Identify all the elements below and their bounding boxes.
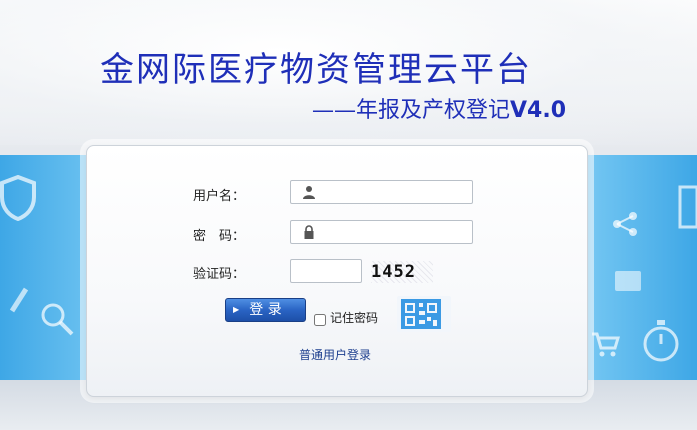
subtitle-text: ——年报及产权登记	[312, 98, 511, 123]
shield-icon	[0, 175, 36, 221]
lock-icon	[304, 225, 314, 239]
username-input[interactable]	[323, 183, 467, 203]
captcha-label: 验证码：	[193, 267, 246, 282]
login-button[interactable]: ▶ 登 录	[225, 298, 306, 322]
magnifier-icon	[41, 303, 74, 336]
syringe-icon	[9, 287, 29, 313]
card-icon	[615, 271, 641, 291]
password-input[interactable]	[323, 223, 467, 243]
username-label: 用户名：	[193, 189, 246, 204]
remember-checkbox-wrapper[interactable]	[314, 309, 326, 328]
username-field[interactable]	[290, 180, 473, 204]
qr-code-button[interactable]	[397, 296, 451, 332]
document-icon	[678, 185, 697, 229]
page-title: 金网际医疗物资管理云平台	[100, 50, 532, 90]
remember-label[interactable]: 记住密码	[330, 309, 378, 326]
version-label: V4.0	[510, 98, 567, 123]
captcha-input[interactable]	[295, 262, 361, 282]
remember-checkbox[interactable]	[314, 313, 326, 326]
cart-icon	[592, 332, 620, 357]
captcha-field[interactable]	[290, 259, 362, 283]
password-field[interactable]	[290, 220, 473, 244]
stopwatch-icon	[643, 320, 679, 362]
arrow-right-icon: ▶	[233, 305, 240, 314]
password-label: 密 码：	[193, 229, 246, 244]
page-subtitle: ——年报及产权登记V4.0	[312, 92, 566, 124]
qr-code-icon	[401, 299, 441, 329]
login-button-label: 登 录	[249, 302, 282, 318]
captcha-image[interactable]: 1452	[371, 261, 433, 283]
ordinary-user-login-link[interactable]: 普通用户登录	[299, 346, 371, 363]
share-icon	[613, 212, 637, 236]
user-icon	[303, 186, 315, 199]
